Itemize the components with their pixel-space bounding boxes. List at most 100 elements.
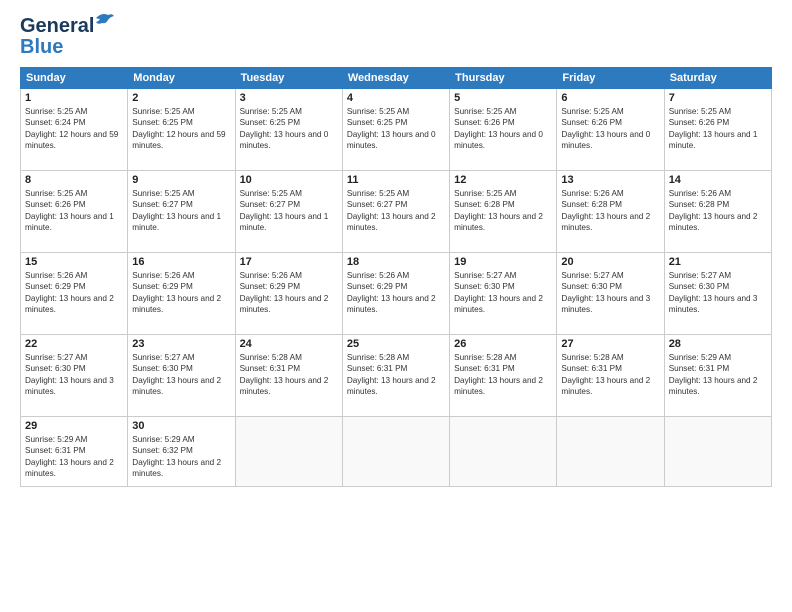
page: General Blue SundayMondayTuesdayWednesda… bbox=[0, 0, 792, 612]
date-number: 16 bbox=[132, 256, 230, 268]
calendar-cell: 5 Sunrise: 5:25 AM Sunset: 6:26 PM Dayli… bbox=[450, 89, 557, 171]
date-number: 19 bbox=[454, 256, 552, 268]
calendar-cell: 9 Sunrise: 5:25 AM Sunset: 6:27 PM Dayli… bbox=[128, 171, 235, 253]
calendar-cell bbox=[664, 417, 771, 487]
cell-info: Sunrise: 5:28 AM Sunset: 6:31 PM Dayligh… bbox=[454, 352, 552, 398]
cell-info: Sunrise: 5:29 AM Sunset: 6:32 PM Dayligh… bbox=[132, 434, 230, 480]
cell-info: Sunrise: 5:25 AM Sunset: 6:28 PM Dayligh… bbox=[454, 188, 552, 234]
cell-info: Sunrise: 5:25 AM Sunset: 6:27 PM Dayligh… bbox=[240, 188, 338, 234]
calendar-cell: 11 Sunrise: 5:25 AM Sunset: 6:27 PM Dayl… bbox=[342, 171, 449, 253]
date-number: 22 bbox=[25, 338, 123, 350]
calendar-cell: 8 Sunrise: 5:25 AM Sunset: 6:26 PM Dayli… bbox=[21, 171, 128, 253]
cell-info: Sunrise: 5:26 AM Sunset: 6:28 PM Dayligh… bbox=[561, 188, 659, 234]
calendar-cell: 20 Sunrise: 5:27 AM Sunset: 6:30 PM Dayl… bbox=[557, 253, 664, 335]
header: General Blue bbox=[20, 15, 772, 59]
cell-info: Sunrise: 5:28 AM Sunset: 6:31 PM Dayligh… bbox=[240, 352, 338, 398]
cell-info: Sunrise: 5:25 AM Sunset: 6:27 PM Dayligh… bbox=[347, 188, 445, 234]
date-number: 2 bbox=[132, 92, 230, 104]
calendar-cell: 26 Sunrise: 5:28 AM Sunset: 6:31 PM Dayl… bbox=[450, 335, 557, 417]
cell-info: Sunrise: 5:25 AM Sunset: 6:25 PM Dayligh… bbox=[240, 106, 338, 152]
date-number: 20 bbox=[561, 256, 659, 268]
date-number: 8 bbox=[25, 174, 123, 186]
calendar-cell: 15 Sunrise: 5:26 AM Sunset: 6:29 PM Dayl… bbox=[21, 253, 128, 335]
cell-info: Sunrise: 5:26 AM Sunset: 6:29 PM Dayligh… bbox=[347, 270, 445, 316]
cell-info: Sunrise: 5:25 AM Sunset: 6:26 PM Dayligh… bbox=[454, 106, 552, 152]
date-number: 18 bbox=[347, 256, 445, 268]
calendar-cell: 27 Sunrise: 5:28 AM Sunset: 6:31 PM Dayl… bbox=[557, 335, 664, 417]
date-number: 17 bbox=[240, 256, 338, 268]
calendar-cell: 17 Sunrise: 5:26 AM Sunset: 6:29 PM Dayl… bbox=[235, 253, 342, 335]
calendar-cell: 28 Sunrise: 5:29 AM Sunset: 6:31 PM Dayl… bbox=[664, 335, 771, 417]
weekday-header: Sunday bbox=[21, 68, 128, 89]
weekday-header: Friday bbox=[557, 68, 664, 89]
date-number: 24 bbox=[240, 338, 338, 350]
date-number: 15 bbox=[25, 256, 123, 268]
date-number: 14 bbox=[669, 174, 767, 186]
calendar-cell: 14 Sunrise: 5:26 AM Sunset: 6:28 PM Dayl… bbox=[664, 171, 771, 253]
date-number: 6 bbox=[561, 92, 659, 104]
weekday-header: Thursday bbox=[450, 68, 557, 89]
date-number: 28 bbox=[669, 338, 767, 350]
date-number: 27 bbox=[561, 338, 659, 350]
cell-info: Sunrise: 5:29 AM Sunset: 6:31 PM Dayligh… bbox=[25, 434, 123, 480]
date-number: 4 bbox=[347, 92, 445, 104]
calendar-cell: 21 Sunrise: 5:27 AM Sunset: 6:30 PM Dayl… bbox=[664, 253, 771, 335]
calendar-cell: 1 Sunrise: 5:25 AM Sunset: 6:24 PM Dayli… bbox=[21, 89, 128, 171]
calendar-cell: 22 Sunrise: 5:27 AM Sunset: 6:30 PM Dayl… bbox=[21, 335, 128, 417]
cell-info: Sunrise: 5:25 AM Sunset: 6:26 PM Dayligh… bbox=[25, 188, 123, 234]
cell-info: Sunrise: 5:28 AM Sunset: 6:31 PM Dayligh… bbox=[561, 352, 659, 398]
calendar-cell bbox=[235, 417, 342, 487]
logo-general: General bbox=[20, 15, 94, 37]
date-number: 1 bbox=[25, 92, 123, 104]
cell-info: Sunrise: 5:25 AM Sunset: 6:24 PM Dayligh… bbox=[25, 106, 123, 152]
cell-info: Sunrise: 5:25 AM Sunset: 6:25 PM Dayligh… bbox=[347, 106, 445, 152]
cell-info: Sunrise: 5:25 AM Sunset: 6:26 PM Dayligh… bbox=[561, 106, 659, 152]
weekday-header: Tuesday bbox=[235, 68, 342, 89]
cell-info: Sunrise: 5:25 AM Sunset: 6:27 PM Dayligh… bbox=[132, 188, 230, 234]
cell-info: Sunrise: 5:28 AM Sunset: 6:31 PM Dayligh… bbox=[347, 352, 445, 398]
logo-blue: Blue bbox=[20, 36, 63, 59]
weekday-header: Saturday bbox=[664, 68, 771, 89]
date-number: 5 bbox=[454, 92, 552, 104]
calendar-cell: 3 Sunrise: 5:25 AM Sunset: 6:25 PM Dayli… bbox=[235, 89, 342, 171]
cell-info: Sunrise: 5:25 AM Sunset: 6:25 PM Dayligh… bbox=[132, 106, 230, 152]
cell-info: Sunrise: 5:27 AM Sunset: 6:30 PM Dayligh… bbox=[669, 270, 767, 316]
calendar-cell: 2 Sunrise: 5:25 AM Sunset: 6:25 PM Dayli… bbox=[128, 89, 235, 171]
date-number: 30 bbox=[132, 420, 230, 432]
calendar-cell: 10 Sunrise: 5:25 AM Sunset: 6:27 PM Dayl… bbox=[235, 171, 342, 253]
date-number: 3 bbox=[240, 92, 338, 104]
cell-info: Sunrise: 5:29 AM Sunset: 6:31 PM Dayligh… bbox=[669, 352, 767, 398]
calendar-table: SundayMondayTuesdayWednesdayThursdayFrid… bbox=[20, 67, 772, 487]
calendar-cell: 12 Sunrise: 5:25 AM Sunset: 6:28 PM Dayl… bbox=[450, 171, 557, 253]
date-number: 10 bbox=[240, 174, 338, 186]
calendar-cell: 25 Sunrise: 5:28 AM Sunset: 6:31 PM Dayl… bbox=[342, 335, 449, 417]
calendar-cell: 18 Sunrise: 5:26 AM Sunset: 6:29 PM Dayl… bbox=[342, 253, 449, 335]
calendar-cell bbox=[450, 417, 557, 487]
calendar-cell: 6 Sunrise: 5:25 AM Sunset: 6:26 PM Dayli… bbox=[557, 89, 664, 171]
cell-info: Sunrise: 5:26 AM Sunset: 6:29 PM Dayligh… bbox=[25, 270, 123, 316]
date-number: 13 bbox=[561, 174, 659, 186]
calendar-cell: 13 Sunrise: 5:26 AM Sunset: 6:28 PM Dayl… bbox=[557, 171, 664, 253]
cell-info: Sunrise: 5:27 AM Sunset: 6:30 PM Dayligh… bbox=[25, 352, 123, 398]
calendar-cell bbox=[342, 417, 449, 487]
cell-info: Sunrise: 5:26 AM Sunset: 6:29 PM Dayligh… bbox=[240, 270, 338, 316]
calendar-cell: 7 Sunrise: 5:25 AM Sunset: 6:26 PM Dayli… bbox=[664, 89, 771, 171]
date-number: 29 bbox=[25, 420, 123, 432]
date-number: 23 bbox=[132, 338, 230, 350]
calendar-cell: 23 Sunrise: 5:27 AM Sunset: 6:30 PM Dayl… bbox=[128, 335, 235, 417]
cell-info: Sunrise: 5:27 AM Sunset: 6:30 PM Dayligh… bbox=[561, 270, 659, 316]
date-number: 11 bbox=[347, 174, 445, 186]
weekday-header: Wednesday bbox=[342, 68, 449, 89]
date-number: 25 bbox=[347, 338, 445, 350]
calendar-cell: 19 Sunrise: 5:27 AM Sunset: 6:30 PM Dayl… bbox=[450, 253, 557, 335]
date-number: 21 bbox=[669, 256, 767, 268]
header-row: SundayMondayTuesdayWednesdayThursdayFrid… bbox=[21, 68, 772, 89]
date-number: 12 bbox=[454, 174, 552, 186]
cell-info: Sunrise: 5:25 AM Sunset: 6:26 PM Dayligh… bbox=[669, 106, 767, 152]
calendar-cell: 29 Sunrise: 5:29 AM Sunset: 6:31 PM Dayl… bbox=[21, 417, 128, 487]
date-number: 7 bbox=[669, 92, 767, 104]
calendar-cell: 4 Sunrise: 5:25 AM Sunset: 6:25 PM Dayli… bbox=[342, 89, 449, 171]
date-number: 26 bbox=[454, 338, 552, 350]
weekday-header: Monday bbox=[128, 68, 235, 89]
cell-info: Sunrise: 5:26 AM Sunset: 6:29 PM Dayligh… bbox=[132, 270, 230, 316]
